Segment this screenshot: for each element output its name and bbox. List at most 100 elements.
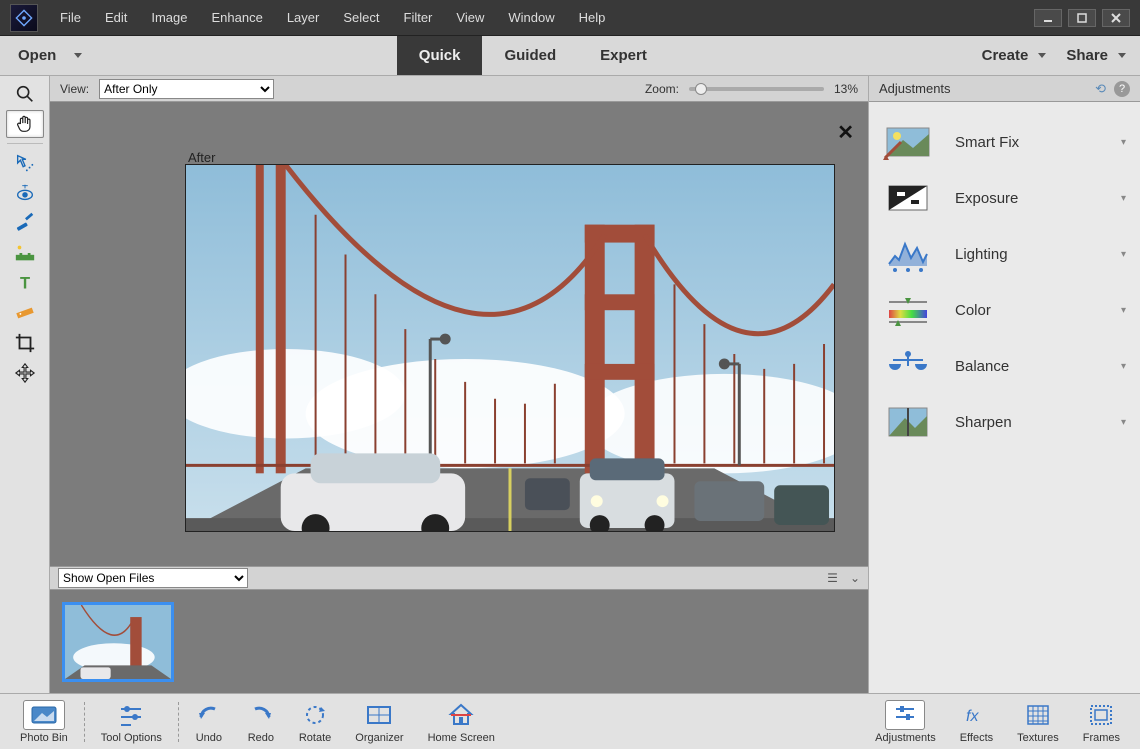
bb-frames[interactable]: Frames — [1071, 698, 1132, 746]
after-label: After — [188, 150, 215, 165]
menu-help[interactable]: Help — [567, 0, 618, 35]
move-tool[interactable] — [6, 359, 44, 387]
svg-text:T: T — [19, 275, 29, 293]
photo-bin — [50, 590, 868, 693]
app-icon — [10, 4, 38, 32]
bin-collapse-icon[interactable]: ⌄ — [850, 571, 860, 585]
adjustment-exposure[interactable]: Exposure▾ — [869, 170, 1140, 226]
adjustments-title: Adjustments — [879, 81, 951, 96]
frames-icon — [1088, 700, 1114, 730]
menu-view[interactable]: View — [444, 0, 496, 35]
smart-fix-icon — [883, 122, 933, 162]
caret-down-icon — [1038, 53, 1046, 58]
caret-down-icon: ▾ — [1121, 361, 1126, 372]
quick-select-tool[interactable] — [6, 149, 44, 177]
menu-window[interactable]: Window — [496, 0, 566, 35]
straighten-tool[interactable] — [6, 299, 44, 327]
share-button[interactable]: Share — [1054, 47, 1126, 64]
menu-filter[interactable]: Filter — [392, 0, 445, 35]
exposure-icon — [883, 178, 933, 218]
close-document-button[interactable]: ✕ — [837, 120, 854, 145]
undo-icon — [195, 700, 223, 730]
menu-layer[interactable]: Layer — [275, 0, 332, 35]
help-icon[interactable]: ? — [1114, 81, 1130, 97]
view-options-bar: View: After Only Zoom: 13% — [50, 76, 868, 102]
textures-icon — [1025, 700, 1051, 730]
hand-tool[interactable] — [6, 110, 44, 138]
modebar: Open QuickGuidedExpert Create Share — [0, 36, 1140, 76]
svg-text:fx: fx — [966, 708, 979, 725]
minimize-button[interactable] — [1034, 9, 1062, 27]
caret-down-icon: ▾ — [1121, 417, 1126, 428]
bb-redo[interactable]: Redo — [235, 698, 287, 746]
photo-bin-icon — [23, 700, 65, 730]
bb-undo[interactable]: Undo — [183, 698, 235, 746]
menu-file[interactable]: File — [48, 0, 93, 35]
whiten-tool[interactable] — [6, 209, 44, 237]
adjustments-icon — [885, 700, 925, 730]
tab-expert[interactable]: Expert — [578, 36, 669, 75]
home-screen-icon — [447, 700, 475, 730]
view-dropdown[interactable]: After Only — [99, 79, 274, 99]
effects-icon: fx — [963, 700, 989, 730]
bb-effects[interactable]: fxEffects — [948, 698, 1005, 746]
organizer-icon — [365, 700, 393, 730]
tool-options-icon — [117, 700, 145, 730]
open-button[interactable]: Open — [0, 36, 110, 75]
redo-icon — [247, 700, 275, 730]
caret-down-icon — [1118, 53, 1126, 58]
bb-adjustments[interactable]: Adjustments — [863, 698, 948, 746]
text-tool[interactable]: T — [6, 269, 44, 297]
bb-rotate[interactable]: Rotate — [287, 698, 343, 746]
photo-thumbnail[interactable] — [62, 602, 174, 682]
image-canvas[interactable] — [185, 164, 835, 532]
adjustment-smart-fix[interactable]: Smart Fix▾ — [869, 114, 1140, 170]
create-button[interactable]: Create — [970, 47, 1047, 64]
adjustments-header: Adjustments ⟲ ? — [869, 76, 1140, 102]
reset-icon[interactable]: ⟲ — [1095, 81, 1106, 97]
redeye-tool[interactable] — [6, 179, 44, 207]
caret-down-icon: ▾ — [1121, 305, 1126, 316]
spot-heal-tool[interactable] — [6, 239, 44, 267]
adjustment-balance[interactable]: Balance▾ — [869, 338, 1140, 394]
zoom-tool[interactable] — [6, 80, 44, 108]
sharpen-icon — [883, 402, 933, 442]
crop-tool[interactable] — [6, 329, 44, 357]
color-icon — [883, 290, 933, 330]
canvas-area: ✕ After — [50, 102, 868, 566]
tab-guided[interactable]: Guided — [482, 36, 578, 75]
rotate-icon — [301, 700, 329, 730]
bin-menu-icon[interactable]: ☰ — [827, 571, 838, 585]
bb-organizer[interactable]: Organizer — [343, 698, 415, 746]
maximize-button[interactable] — [1068, 9, 1096, 27]
menu-select[interactable]: Select — [331, 0, 391, 35]
tab-quick[interactable]: Quick — [397, 36, 483, 75]
show-open-files-dropdown[interactable]: Show Open Files — [58, 568, 248, 588]
caret-down-icon: ▾ — [1121, 193, 1126, 204]
left-toolbar: T — [0, 76, 50, 693]
zoom-value: 13% — [834, 82, 858, 96]
lighting-icon — [883, 234, 933, 274]
titlebar: FileEditImageEnhanceLayerSelectFilterVie… — [0, 0, 1140, 36]
adjustment-lighting[interactable]: Lighting▾ — [869, 226, 1140, 282]
zoom-slider[interactable] — [689, 82, 824, 96]
right-panel: Adjustments ⟲ ? Smart Fix▾Exposure▾Light… — [868, 76, 1140, 693]
bb-home-screen[interactable]: Home Screen — [416, 698, 507, 746]
balance-icon — [883, 346, 933, 386]
bb-textures[interactable]: Textures — [1005, 698, 1071, 746]
close-window-button[interactable] — [1102, 9, 1130, 27]
menu-image[interactable]: Image — [139, 0, 199, 35]
adjustment-color[interactable]: Color▾ — [869, 282, 1140, 338]
caret-down-icon: ▾ — [1121, 137, 1126, 148]
caret-down-icon — [74, 53, 82, 58]
caret-down-icon: ▾ — [1121, 249, 1126, 260]
zoom-label: Zoom: — [645, 82, 679, 96]
bb-tool-options[interactable]: Tool Options — [89, 698, 174, 746]
view-label: View: — [60, 82, 89, 96]
bb-photo-bin[interactable]: Photo Bin — [8, 698, 80, 746]
adjustment-sharpen[interactable]: Sharpen▾ — [869, 394, 1140, 450]
menu-enhance[interactable]: Enhance — [200, 0, 275, 35]
show-open-files-bar: Show Open Files ☰ ⌄ — [50, 566, 868, 590]
bottom-bar: Photo BinTool OptionsUndoRedoRotateOrgan… — [0, 693, 1140, 749]
menu-edit[interactable]: Edit — [93, 0, 139, 35]
